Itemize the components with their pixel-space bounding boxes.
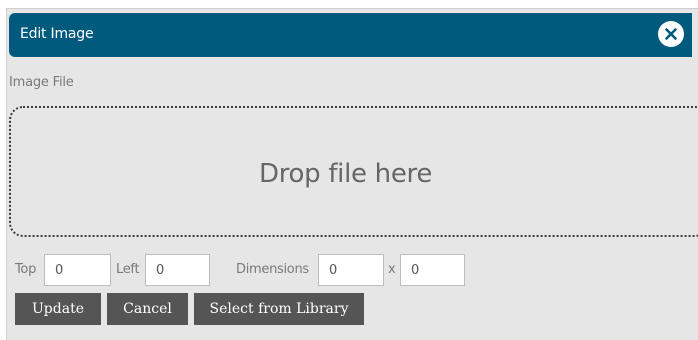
dialog-title-bar: Edit Image [9, 13, 692, 57]
dimensions-height-input[interactable] [400, 254, 465, 286]
dimensions-width-input[interactable] [318, 254, 384, 286]
dialog-title: Edit Image [20, 26, 94, 42]
dimensions-label: Dimensions [236, 262, 309, 277]
cancel-button[interactable]: Cancel [107, 293, 188, 325]
dimensions-separator: x [388, 262, 396, 277]
drop-zone-text: Drop file here [259, 159, 433, 189]
top-input[interactable] [44, 254, 111, 286]
top-label: Top [15, 262, 37, 277]
close-icon [665, 28, 677, 40]
image-file-label: Image File [9, 75, 74, 90]
close-button[interactable] [658, 21, 684, 47]
select-from-library-button[interactable]: Select from Library [194, 293, 364, 325]
update-button[interactable]: Update [15, 293, 101, 325]
file-drop-zone[interactable]: Drop file here [9, 106, 698, 237]
left-input[interactable] [145, 254, 210, 286]
left-label: Left [116, 262, 140, 277]
